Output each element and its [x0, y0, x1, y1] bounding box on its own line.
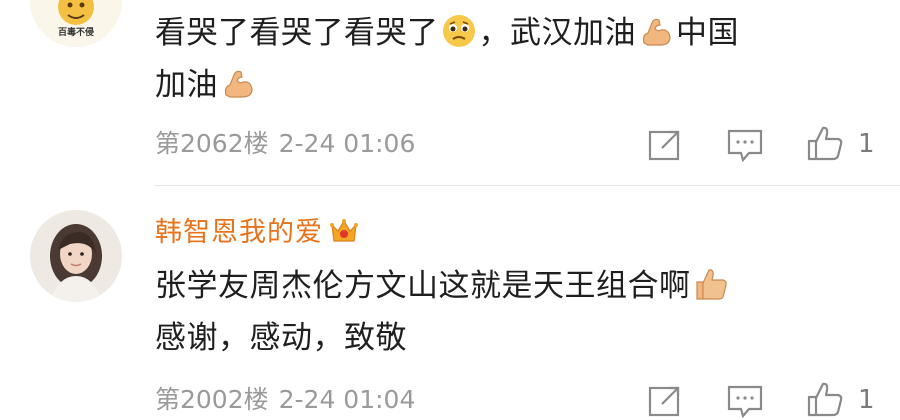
- comment-text: ，武汉加油: [478, 15, 636, 51]
- comment-icon[interactable]: [725, 125, 765, 165]
- comment-text: 感谢，感动，致敬: [155, 320, 407, 356]
- crown-icon: [329, 217, 359, 245]
- comment-meta: 第2002楼 2-24 01:04: [155, 384, 415, 416]
- share-icon[interactable]: [645, 381, 685, 420]
- comment-item: 韩智恩我的爱 张学友周杰伦方文山这就是天王组合啊 感谢，感动，致敬 第2002楼…: [0, 186, 900, 420]
- avatar-image: [30, 0, 122, 47]
- timestamp: 2-24 01:04: [278, 385, 416, 414]
- comment-text: 张学友周杰伦方文山这就是天王组合啊: [155, 268, 691, 304]
- comment-text-line: 看哭了看哭了看哭了 ，武汉加油 中国: [155, 13, 739, 53]
- comment-meta: 第2062楼 2-24 01:06: [155, 128, 415, 160]
- timestamp: 2-24 01:06: [278, 129, 416, 158]
- floor-number: 第2062楼: [155, 129, 269, 158]
- floor-number: 第2002楼: [155, 385, 269, 414]
- comment-text-line: 加油: [155, 65, 258, 105]
- comment-text: 加油: [155, 67, 218, 103]
- comment-text-line: 张学友周杰伦方文山这就是天王组合啊: [155, 266, 731, 306]
- like-count: 1: [858, 385, 875, 415]
- flexed-biceps-emoji: [638, 13, 674, 49]
- comment-text: 中国: [676, 15, 739, 51]
- avatar-image: [30, 210, 122, 302]
- crying-face-emoji: [441, 13, 477, 49]
- avatar[interactable]: [30, 210, 122, 302]
- comment-item: 百毒不侵 看哭了看哭了看哭了 ，武汉加油 中国 加油 第2062楼 2-24 01:0…: [0, 0, 900, 185]
- share-icon[interactable]: [645, 125, 685, 165]
- like-icon[interactable]: [805, 123, 845, 163]
- username[interactable]: 韩智恩我的爱: [155, 216, 359, 250]
- comment-icon[interactable]: [725, 381, 765, 420]
- like-count: 1: [858, 129, 875, 159]
- username-text: 韩智恩我的爱: [155, 217, 323, 248]
- like-icon[interactable]: [805, 379, 845, 419]
- avatar[interactable]: 百毒不侵: [30, 0, 122, 47]
- thumbs-up-emoji: [693, 266, 729, 302]
- avatar-caption: 百毒不侵: [57, 28, 94, 38]
- flexed-biceps-emoji: [220, 65, 256, 101]
- comment-text: 看哭了看哭了看哭了: [155, 15, 439, 51]
- comment-text-line: 感谢，感动，致敬: [155, 318, 407, 358]
